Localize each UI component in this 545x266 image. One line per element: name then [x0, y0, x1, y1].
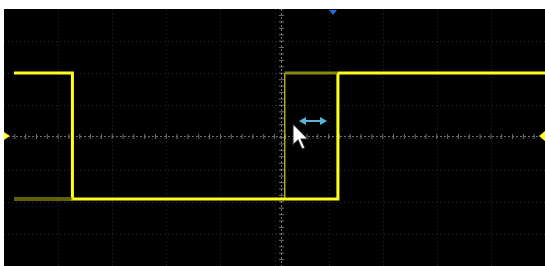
waveform-canvas[interactable]	[4, 9, 545, 266]
oscilloscope-display[interactable]	[4, 9, 545, 266]
